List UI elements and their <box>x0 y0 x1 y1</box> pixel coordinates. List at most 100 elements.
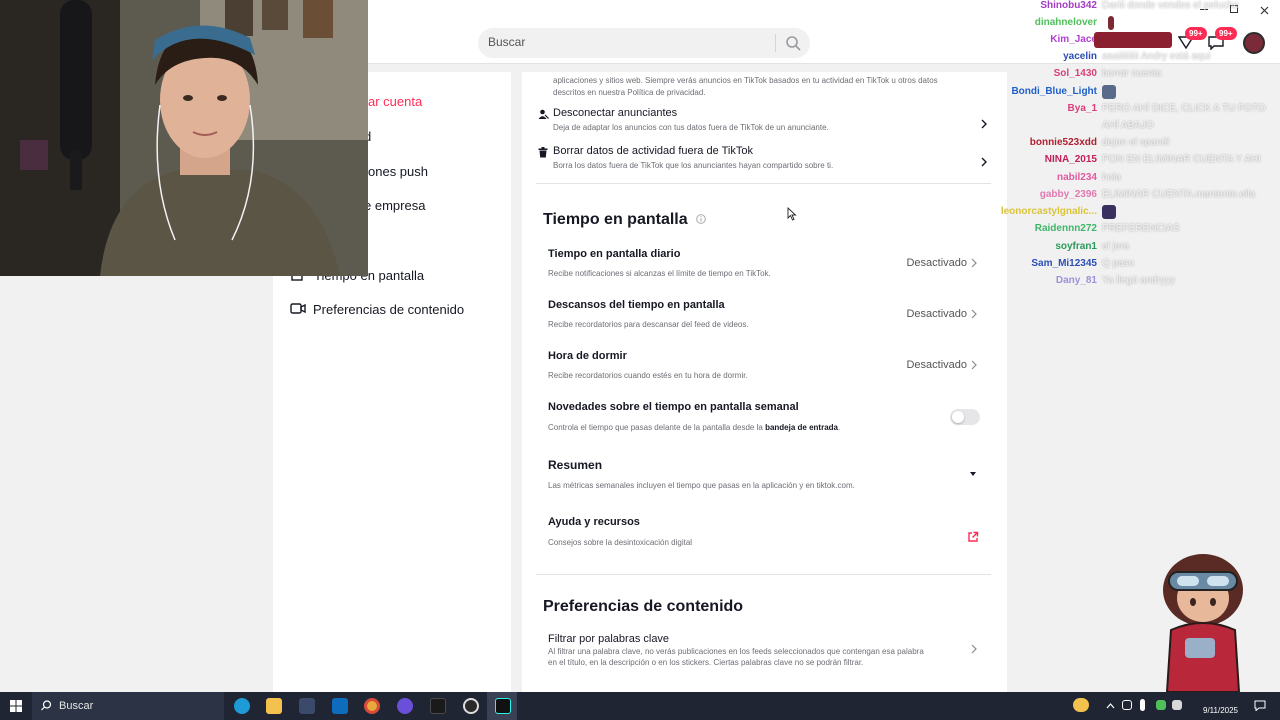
toggle-knob <box>952 411 964 423</box>
chat-message: Sam_Mi12345 Q paso <box>990 258 1280 272</box>
sidebar-item-label: ones push <box>368 164 428 179</box>
emote-icon <box>1108 16 1114 30</box>
chat-message: Bya_1 PERO AHÍ DICE, CLICK A TU FOTO <box>990 103 1280 117</box>
ads-intro-text: aplicaciones y sitios web. Siempre verás… <box>553 75 938 99</box>
chat-text: Ya llegó andryyy <box>1102 275 1176 286</box>
chat-text: ELIMINAR CUENTA.mantente.ella <box>1102 189 1256 200</box>
chat-username: nabil234 <box>1056 172 1097 183</box>
chat-message: soyfran1 el jera <box>990 241 1280 255</box>
chat-username: Raidennn272 <box>1034 223 1097 234</box>
microphone-icon[interactable] <box>1140 699 1145 711</box>
security-icon[interactable] <box>1156 700 1166 710</box>
chat-message: gabby_2396 ELIMINAR CUENTA.mantente.ella <box>990 189 1280 203</box>
summary-row[interactable]: Resumen Las métricas semanales incluyen … <box>522 453 1007 493</box>
tiktok-taskbar-button[interactable] <box>487 692 517 720</box>
chat-message: Sol_1430 borrar cuenta <box>990 68 1280 82</box>
chat-username: Shinobu342 <box>1040 0 1097 11</box>
external-link-icon[interactable] <box>967 531 979 543</box>
chevron-right-icon <box>971 258 977 268</box>
sleep-time-value: Desactivado <box>906 359 967 371</box>
sidebar-item-business[interactable]: e empresa <box>364 198 425 213</box>
notifications-icon[interactable] <box>1254 700 1266 711</box>
summary-subtitle: Las métricas semanales incluyen el tiemp… <box>548 481 855 490</box>
subtitle-text: . <box>837 423 841 432</box>
sidebar-item-delete-account[interactable]: ar cuenta <box>368 94 422 109</box>
ads-intro-line: aplicaciones y sitios web. Siempre verás… <box>553 76 938 85</box>
volume-icon[interactable] <box>1172 700 1182 710</box>
daily-screen-time-title: Tiempo en pantalla diario <box>548 248 681 260</box>
file-explorer-icon[interactable] <box>266 698 282 714</box>
live-chat-overlay: Shinobu342 Dariii donde vendes el peluch… <box>990 0 1280 300</box>
video-icon <box>290 303 306 314</box>
inbox-link-text: bandeja de entrada <box>765 423 838 432</box>
chat-text: Q paso <box>1102 258 1135 269</box>
chat-text: borrar cuenta <box>1102 68 1162 79</box>
daily-screen-time-value: Desactivado <box>906 257 967 269</box>
chrome-icon[interactable] <box>364 698 380 714</box>
chat-message: leonorcastylgnalic... <box>990 205 1280 220</box>
webcam-image <box>0 0 368 276</box>
subtitle-text: Controla el tiempo que pasas delante de … <box>548 423 763 432</box>
help-resources-title: Ayuda y recursos <box>548 516 640 528</box>
chat-message: nabil234 hola <box>990 172 1280 186</box>
chevron-right-icon <box>981 119 987 129</box>
chat-username: gabby_2396 <box>1039 189 1097 200</box>
outlook-icon[interactable] <box>332 698 348 714</box>
chat-username: bonnie523xdd <box>1029 137 1097 148</box>
chat-username: Sol_1430 <box>1053 68 1097 79</box>
chat-message: Raidennn272 PREFERENCIAS <box>990 223 1280 237</box>
screen-time-breaks-value: Desactivado <box>906 308 967 320</box>
chevron-right-icon <box>981 157 987 167</box>
weekly-screen-time-toggle[interactable] <box>950 409 980 425</box>
discord-icon[interactable] <box>397 698 413 714</box>
screen-time-breaks-row[interactable]: Descansos del tiempo en pantalla Recibe … <box>522 293 1007 333</box>
edge-icon[interactable] <box>234 698 250 714</box>
search-bar[interactable]: Buscar <box>478 28 810 58</box>
obs-icon[interactable] <box>463 698 479 714</box>
sidebar-item-push-notifications[interactable]: ones push <box>368 164 428 179</box>
info-icon[interactable] <box>696 214 706 224</box>
help-resources-subtitle: Consejos sobre la desintoxicación digita… <box>548 538 693 547</box>
network-icon[interactable] <box>1122 700 1132 710</box>
caret-down-icon <box>970 472 976 476</box>
disconnect-advertisers-row[interactable]: Desconectar anunciantes Deja de adaptar … <box>536 107 991 139</box>
chat-text: el jera <box>1102 241 1130 252</box>
weather-widget-icon[interactable] <box>1073 698 1089 712</box>
delete-activity-row[interactable]: Borrar datos de actividad fuera de TikTo… <box>536 145 991 177</box>
stream-mascot-image <box>1163 554 1243 692</box>
terminal-icon[interactable] <box>430 698 446 714</box>
help-resources-row[interactable]: Ayuda y recursos Consejos sobre la desin… <box>522 511 1007 551</box>
store-icon[interactable] <box>299 698 315 714</box>
keyword-filter-subtitle: Al filtrar una palabra clave, no verás p… <box>548 646 924 668</box>
search-input[interactable]: Buscar <box>488 35 525 49</box>
delete-activity-title: Borrar datos de actividad fuera de TikTo… <box>553 145 753 157</box>
weekly-screen-time-subtitle: Controla el tiempo que pasas delante de … <box>548 423 840 432</box>
content-preferences-heading: Preferencias de contenido <box>543 598 744 615</box>
taskbar-search[interactable]: Buscar <box>32 692 224 720</box>
ads-intro-line: descritos en nuestra Política de privaci… <box>553 88 706 97</box>
chat-username: Kim_Jace <box>1050 34 1097 45</box>
chevron-up-icon[interactable] <box>1106 703 1115 709</box>
chat-text: dejan el spanél <box>1102 137 1170 148</box>
section-title-text: Tiempo en pantalla <box>543 211 688 228</box>
keyword-filter-row[interactable]: Filtrar por palabras clave Al filtrar un… <box>522 630 1007 676</box>
chat-message: Bondi_Blue_Light <box>990 85 1280 100</box>
mouse-cursor-icon <box>787 207 797 221</box>
keyword-filter-title: Filtrar por palabras clave <box>548 633 670 645</box>
windows-start-icon[interactable] <box>10 700 22 712</box>
settings-panel: aplicaciones y sitios web. Siempre verás… <box>522 72 1007 692</box>
divider <box>536 183 991 184</box>
chat-username: Sam_Mi12345 <box>1031 258 1097 269</box>
screen-time-breaks-title: Descansos del tiempo en pantalla <box>548 299 725 311</box>
emote-icon <box>1102 85 1116 99</box>
search-icon[interactable] <box>784 34 802 52</box>
chat-message: bonnie523xdd dejan el spanél <box>990 137 1280 151</box>
sleep-time-row[interactable]: Hora de dormir Recibe recordatorios cuan… <box>522 344 1007 384</box>
screen-time-heading: Tiempo en pantalla <box>543 211 706 229</box>
sidebar-item-label: ar cuenta <box>368 94 423 109</box>
delete-activity-subtitle: Borra los datos fuera de TikTok que los … <box>553 161 834 170</box>
chat-message: Kim_Jace <box>990 32 1280 48</box>
sidebar-item-label: Preferencias de contenido <box>313 302 465 317</box>
daily-screen-time-subtitle: Recibe notificaciones si alcanzas el lím… <box>548 269 771 278</box>
daily-screen-time-row[interactable]: Tiempo en pantalla diario Recibe notific… <box>522 242 1007 282</box>
